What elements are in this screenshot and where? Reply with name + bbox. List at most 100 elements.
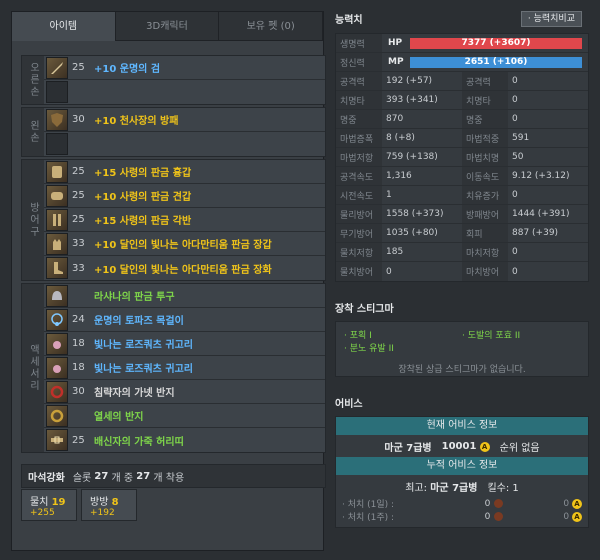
kill-week-label: · 처치 (1주) : bbox=[342, 513, 395, 523]
stat-value: 393 (+341) bbox=[386, 95, 438, 105]
equipment-row[interactable]: 25 +10 운명의 검 bbox=[44, 56, 325, 80]
manastone-used: 27 bbox=[136, 470, 151, 482]
item-name: 배신자의 가죽 허리띠 bbox=[94, 436, 184, 448]
abyss-kills: 킬수: 1 bbox=[487, 482, 519, 494]
stigma-section: 장착 스티그마 · 포획 I · 도발의 포효 II · 분노 유발 II 장착… bbox=[335, 300, 589, 377]
item-level: 30 bbox=[72, 114, 85, 125]
abyss-cumulative-header: 누적 어비스 정보 bbox=[336, 457, 588, 475]
stat-value: 870 bbox=[386, 114, 404, 124]
stat-row: 마법증폭 8 (+8) 마법적중 591 bbox=[336, 129, 588, 148]
hp-row: 생명력 HP 7377 (+3607) bbox=[336, 34, 588, 53]
compare-stats-button[interactable]: · 능력치비교 bbox=[520, 11, 582, 27]
stat-row: 물치방어 0 마치방어 0 bbox=[336, 262, 588, 281]
equipment-row[interactable]: 18 빛나는 로즈쿼츠 귀고리 bbox=[44, 356, 325, 380]
group-accessory: 액세서리 라샤나의 판금 투구 24 운명의 토파즈 목걸이 18 빛나는 로즈… bbox=[21, 283, 326, 453]
equipment-row[interactable]: 33 +10 달인의 빛나는 아다만티움 판금 장갑 bbox=[44, 232, 325, 256]
manastone-title: 마석강화 bbox=[28, 472, 65, 484]
stat-value: 1,316 bbox=[386, 171, 412, 181]
stat-value: 0 bbox=[512, 76, 518, 86]
item-name: +10 달인의 빛나는 아다만티움 판금 장화 bbox=[94, 264, 272, 276]
equipment-row[interactable]: 33 +10 달인의 빛나는 아다만티움 판금 장화 bbox=[44, 256, 325, 280]
stone-bonus: +192 bbox=[90, 508, 115, 518]
item-name: +10 운명의 검 bbox=[94, 64, 161, 75]
group-left-hand: 왼손 30 +10 천사장의 방패 bbox=[21, 107, 326, 157]
hp-bar: 7377 (+3607) bbox=[410, 37, 582, 49]
stat-value: 1558 (+373) bbox=[386, 209, 444, 219]
stigma-item[interactable]: · 분노 유발 II bbox=[344, 341, 580, 354]
stat-row: 공격력 192 (+57) 공격력 0 bbox=[336, 72, 588, 91]
group-label: 액세서리 bbox=[22, 284, 44, 452]
item-name: 빛나는 로즈쿼츠 귀고리 bbox=[94, 364, 193, 375]
stat-label: 치명타 bbox=[462, 91, 508, 109]
stat-label: 명중 bbox=[336, 110, 382, 128]
boots-icon bbox=[46, 257, 68, 279]
equipment-row-empty bbox=[44, 132, 325, 156]
tab-3d-character[interactable]: 3D캐릭터 bbox=[115, 12, 220, 41]
equipment-row[interactable]: 30 침략자의 가넷 반지 bbox=[44, 380, 325, 404]
abyss-box: 현재 어비스 정보 마군 7급병 10001 A 순위 없음 누적 어비스 정보… bbox=[335, 416, 589, 528]
stone-count: 19 bbox=[51, 497, 66, 508]
group-armor: 방어구 25 +15 사령의 판금 흉갑 25 +10 사령의 판금 견갑 25… bbox=[21, 159, 326, 281]
stigma-item[interactable]: · 포획 I bbox=[344, 328, 462, 341]
manastone-list: 물치 19 +255 방방 8 +192 bbox=[21, 489, 137, 521]
abyss-current-header: 현재 어비스 정보 bbox=[336, 417, 588, 435]
equipment-row[interactable]: 30 +10 천사장의 방패 bbox=[44, 108, 325, 132]
item-level: 18 bbox=[72, 338, 85, 349]
mp-key: MP bbox=[388, 57, 404, 67]
ring-icon bbox=[46, 404, 68, 427]
tab-pets[interactable]: 보유 펫 (0) bbox=[219, 12, 324, 41]
equipment-row[interactable]: 25 배신자의 가죽 허리띠 bbox=[44, 428, 325, 452]
abyss-best-label: 최고: bbox=[405, 482, 428, 494]
stone-name: 물치 bbox=[30, 497, 49, 508]
hp-key: HP bbox=[388, 38, 403, 48]
item-name: +15 사령의 판금 각반 bbox=[94, 216, 192, 227]
stone-bonus: +255 bbox=[30, 508, 55, 518]
stat-label: 마법증폭 bbox=[336, 129, 382, 147]
equipment-row[interactable]: 25 +10 사령의 판금 견갑 bbox=[44, 184, 325, 208]
stat-label: 시전속도 bbox=[336, 186, 382, 204]
tab-items[interactable]: 아이템 bbox=[12, 12, 116, 41]
stat-value: 0 bbox=[512, 247, 518, 257]
manastone-total: 27 bbox=[94, 470, 109, 482]
kill-week-points: 0 bbox=[563, 511, 570, 522]
group-right-hand: 오른손 25 +10 운명의 검 bbox=[21, 55, 326, 105]
stigma-item[interactable]: · 도발의 포효 II bbox=[462, 328, 580, 341]
kill-week-count: 0 bbox=[484, 511, 491, 522]
shoulder-armor-icon bbox=[46, 184, 68, 207]
group-label: 오른손 bbox=[22, 56, 44, 104]
abyss-point-icon: A bbox=[572, 511, 582, 522]
abyss-best-row: 최고: 마군 7급병 킬수: 1 bbox=[336, 475, 588, 497]
item-level: 25 bbox=[72, 62, 85, 73]
equipment-row[interactable]: 25 +15 사령의 판금 각반 bbox=[44, 208, 325, 232]
stat-value: 0 bbox=[512, 190, 518, 200]
equipment-row[interactable]: 라샤나의 판금 투구 bbox=[44, 284, 325, 308]
item-name: +10 달인의 빛나는 아다만티움 판금 장갑 bbox=[94, 240, 272, 251]
item-name: 빛나는 로즈쿼츠 귀고리 bbox=[94, 340, 193, 351]
equipment-row[interactable]: 열세의 반지 bbox=[44, 404, 325, 428]
stone-count: 8 bbox=[111, 497, 119, 508]
equipment-row[interactable]: 18 빛나는 로즈쿼츠 귀고리 bbox=[44, 332, 325, 356]
equipment-row[interactable]: 24 운명의 토파즈 목걸이 bbox=[44, 308, 325, 332]
equipment-row[interactable]: 25 +15 사령의 판금 흉갑 bbox=[44, 160, 325, 184]
stat-label: 명중 bbox=[462, 110, 508, 128]
stat-label: 마치방어 bbox=[462, 262, 508, 281]
group-label: 방어구 bbox=[22, 160, 44, 280]
kill-day-count: 0 bbox=[484, 498, 491, 509]
stat-label: 마법적중 bbox=[462, 129, 508, 147]
manastone-text-c: 개 착용 bbox=[153, 472, 185, 484]
stat-value: 759 (+138) bbox=[386, 152, 438, 162]
abyss-current-row: 마군 7급병 10001 A 순위 없음 bbox=[336, 435, 588, 457]
stat-label: 치명타 bbox=[336, 91, 382, 109]
leg-armor-icon bbox=[46, 208, 68, 231]
abyss-points: 10001 bbox=[441, 440, 477, 452]
stat-label: 정신력 bbox=[336, 53, 382, 71]
kill-icon bbox=[494, 512, 504, 521]
kill-day-points: 0 bbox=[563, 498, 570, 509]
item-name: +10 천사장의 방패 bbox=[94, 116, 179, 127]
stat-value: 887 (+39) bbox=[512, 228, 559, 238]
stat-row: 명중 870 명중 0 bbox=[336, 110, 588, 129]
item-name: +10 사령의 판금 견갑 bbox=[94, 192, 192, 203]
stat-value: 0 bbox=[512, 114, 518, 124]
stat-value: 185 bbox=[386, 247, 404, 257]
stigma-box: · 포획 I · 도발의 포효 II · 분노 유발 II 장착된 상급 스티그… bbox=[335, 321, 589, 377]
